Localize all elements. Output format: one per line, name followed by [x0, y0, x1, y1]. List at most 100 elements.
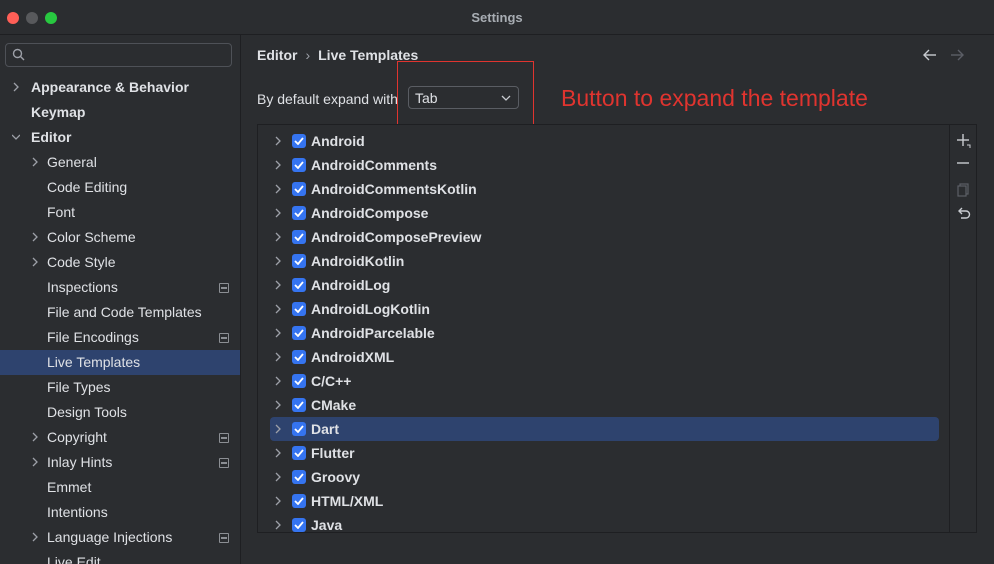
- chevron-right-icon[interactable]: [274, 304, 282, 314]
- chevron-right-icon[interactable]: [31, 457, 39, 467]
- template-group-label: AndroidLogKotlin: [311, 301, 430, 317]
- chevron-right-icon[interactable]: [274, 472, 282, 482]
- sidebar-item-code-style[interactable]: Code Style: [0, 250, 240, 275]
- chevron-right-icon[interactable]: [274, 400, 282, 410]
- template-group-androidparcelable[interactable]: AndroidParcelable: [270, 321, 939, 345]
- template-group-flutter[interactable]: Flutter: [270, 441, 939, 465]
- sidebar-item-label: Color Scheme: [47, 229, 136, 245]
- template-checkbox[interactable]: [292, 134, 306, 148]
- template-group-androidcomments[interactable]: AndroidComments: [270, 153, 939, 177]
- title-bar: Settings: [0, 0, 994, 35]
- templates-list: Android AndroidComments AndroidCommentsKot…: [257, 124, 977, 533]
- sidebar-item-emmet[interactable]: Emmet: [0, 475, 240, 500]
- sidebar-item-design-tools[interactable]: Design Tools: [0, 400, 240, 425]
- chevron-right-icon[interactable]: [274, 448, 282, 458]
- sidebar-item-file-encodings[interactable]: File Encodings: [0, 325, 240, 350]
- sidebar-item-intentions[interactable]: Intentions: [0, 500, 240, 525]
- template-group-c-c[interactable]: C/C++: [270, 369, 939, 393]
- annotation-text: Button to expand the template: [561, 85, 868, 111]
- template-checkbox[interactable]: [292, 470, 306, 484]
- template-group-androidcomposepreview[interactable]: AndroidComposePreview: [270, 225, 939, 249]
- sidebar-item-inspections[interactable]: Inspections: [0, 275, 240, 300]
- template-checkbox[interactable]: [292, 494, 306, 508]
- chevron-right-icon[interactable]: [274, 160, 282, 170]
- template-checkbox[interactable]: [292, 182, 306, 196]
- chevron-right-icon[interactable]: [31, 257, 39, 267]
- sidebar-item-live-edit[interactable]: Live Edit: [0, 550, 240, 564]
- chevron-right-icon[interactable]: [274, 208, 282, 218]
- checkmark-icon: [294, 281, 304, 289]
- sidebar-item-live-templates[interactable]: Live Templates: [0, 350, 240, 375]
- chevron-right-icon[interactable]: [274, 376, 282, 386]
- sidebar-item-keymap[interactable]: Keymap: [0, 100, 240, 125]
- add-icon[interactable]: [956, 133, 971, 148]
- sidebar-item-copyright[interactable]: Copyright: [0, 425, 240, 450]
- chevron-right-icon[interactable]: [274, 184, 282, 194]
- template-checkbox[interactable]: [292, 518, 306, 532]
- sidebar-item-general[interactable]: General: [0, 150, 240, 175]
- template-checkbox[interactable]: [292, 422, 306, 436]
- chevron-right-icon[interactable]: [274, 232, 282, 242]
- chevron-right-icon[interactable]: [274, 280, 282, 290]
- template-group-cmake[interactable]: CMake: [270, 393, 939, 417]
- restore-icon[interactable]: [956, 207, 971, 222]
- template-group-dart[interactable]: Dart: [270, 417, 939, 441]
- chevron-right-icon[interactable]: [274, 424, 282, 434]
- template-checkbox[interactable]: [292, 398, 306, 412]
- template-checkbox[interactable]: [292, 158, 306, 172]
- sidebar-item-color-scheme[interactable]: Color Scheme: [0, 225, 240, 250]
- sidebar-item-font[interactable]: Font: [0, 200, 240, 225]
- chevron-right-icon[interactable]: [31, 157, 39, 167]
- checkmark-icon: [294, 425, 304, 433]
- sidebar-item-code-editing[interactable]: Code Editing: [0, 175, 240, 200]
- template-group-androidkotlin[interactable]: AndroidKotlin: [270, 249, 939, 273]
- chevron-right-icon[interactable]: [274, 136, 282, 146]
- template-checkbox[interactable]: [292, 254, 306, 268]
- template-group-androidlog[interactable]: AndroidLog: [270, 273, 939, 297]
- template-checkbox[interactable]: [292, 350, 306, 364]
- sidebar-item-editor[interactable]: Editor: [0, 125, 240, 150]
- template-group-androidcompose[interactable]: AndroidCompose: [270, 201, 939, 225]
- template-checkbox[interactable]: [292, 278, 306, 292]
- chevron-right-icon[interactable]: [274, 328, 282, 338]
- chevron-right-icon[interactable]: [12, 82, 20, 92]
- chevron-right-icon[interactable]: [274, 256, 282, 266]
- chevron-right-icon[interactable]: [274, 352, 282, 362]
- template-checkbox[interactable]: [292, 446, 306, 460]
- template-group-android[interactable]: Android: [270, 129, 939, 153]
- sidebar-item-file-and-code-templates[interactable]: File and Code Templates: [0, 300, 240, 325]
- template-group-androidxml[interactable]: AndroidXML: [270, 345, 939, 369]
- forward-arrow-icon[interactable]: [950, 49, 964, 61]
- sidebar-item-appearance-behavior[interactable]: Appearance & Behavior: [0, 75, 240, 100]
- back-arrow-icon[interactable]: [923, 49, 937, 61]
- sidebar-item-language-injections[interactable]: Language Injections: [0, 525, 240, 550]
- template-group-groovy[interactable]: Groovy: [270, 465, 939, 489]
- template-checkbox[interactable]: [292, 302, 306, 316]
- template-group-label: Android: [311, 133, 365, 149]
- template-group-androidcommentskotlin[interactable]: AndroidCommentsKotlin: [270, 177, 939, 201]
- sidebar-item-inlay-hints[interactable]: Inlay Hints: [0, 450, 240, 475]
- template-group-java[interactable]: Java: [270, 513, 939, 532]
- template-group-androidlogkotlin[interactable]: AndroidLogKotlin: [270, 297, 939, 321]
- checkmark-icon: [294, 305, 304, 313]
- chevron-right-icon[interactable]: [31, 232, 39, 242]
- chevron-right-icon[interactable]: [31, 432, 39, 442]
- copy-icon[interactable]: [956, 182, 971, 197]
- checkmark-icon: [294, 353, 304, 361]
- template-checkbox[interactable]: [292, 230, 306, 244]
- sidebar-item-label: Intentions: [47, 504, 108, 520]
- chevron-right-icon[interactable]: [274, 496, 282, 506]
- sidebar-item-label: File Encodings: [47, 329, 139, 345]
- template-group-html-xml[interactable]: HTML/XML: [270, 489, 939, 513]
- breadcrumb-editor[interactable]: Editor: [257, 47, 297, 63]
- search-input[interactable]: [5, 43, 232, 67]
- remove-icon[interactable]: [956, 156, 971, 171]
- template-checkbox[interactable]: [292, 374, 306, 388]
- chevron-down-icon[interactable]: [12, 132, 20, 142]
- checkmark-icon: [294, 401, 304, 409]
- chevron-right-icon[interactable]: [274, 520, 282, 530]
- sidebar-item-file-types[interactable]: File Types: [0, 375, 240, 400]
- template-checkbox[interactable]: [292, 326, 306, 340]
- template-checkbox[interactable]: [292, 206, 306, 220]
- chevron-right-icon[interactable]: [31, 532, 39, 542]
